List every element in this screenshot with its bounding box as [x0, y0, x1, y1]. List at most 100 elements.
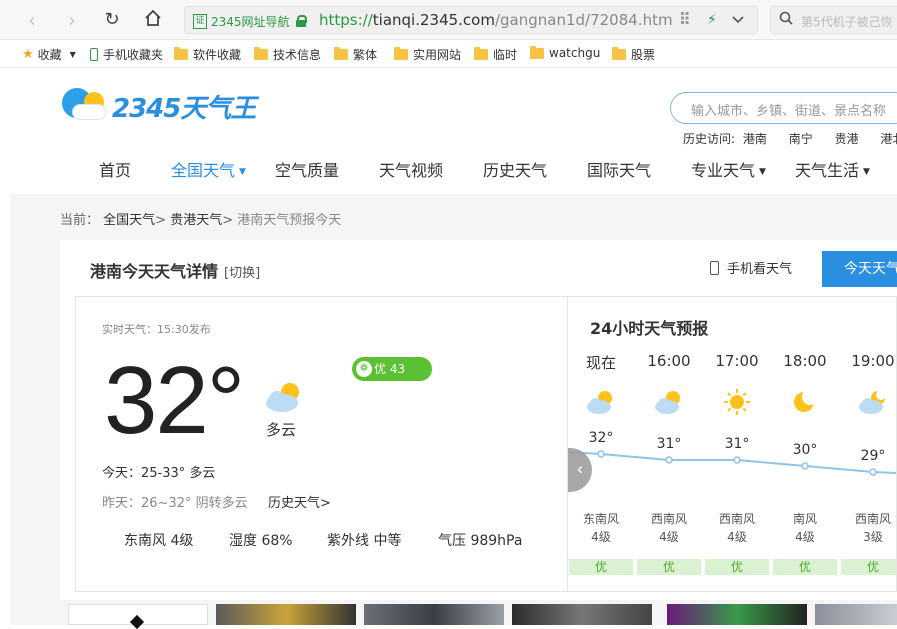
lightning-icon[interactable]: ⚡	[707, 12, 717, 28]
bookmark-label: 临时	[493, 48, 518, 62]
breadcrumb-item[interactable]: 全国天气	[103, 213, 155, 228]
partly-cloudy-icon	[264, 379, 304, 415]
history-link[interactable]: 南宁	[789, 132, 813, 146]
bookmarks-bar: ★ 收藏 ▼ 手机收藏夹 软件收藏 技术信息 繁体 实用网站 临时 watchg…	[0, 41, 897, 68]
home-icon[interactable]	[141, 8, 165, 32]
hour-temp: 29°	[860, 448, 886, 464]
logo-mascot-icon	[62, 86, 108, 126]
hour-temp: 31°	[656, 436, 682, 452]
folder-icon	[334, 47, 348, 60]
nav-label: 天气生活	[795, 161, 860, 180]
breadcrumb-prefix: 当前：	[60, 213, 100, 228]
partly-cloudy-icon	[654, 389, 684, 415]
back-icon[interactable]: ‹	[20, 8, 44, 32]
hourly-item: 16:00 31° 西南风 4级优	[636, 297, 702, 591]
url-scheme: https://	[319, 11, 373, 29]
city-search-input[interactable]: 输入城市、乡镇、街道、景点名称	[670, 92, 897, 124]
partly-cloudy-icon	[586, 389, 616, 415]
hour-wind-level: 4级	[795, 530, 815, 544]
certificate-icon: 证	[193, 13, 207, 29]
bookmark-mobile[interactable]: 手机收藏夹	[90, 46, 163, 63]
publish-time: 实时天气：15:30发布	[102, 323, 211, 336]
hour-time: 19:00	[851, 352, 895, 370]
refresh-icon[interactable]: ↻	[100, 8, 124, 32]
bookmark-folder[interactable]: 实用网站	[394, 46, 461, 63]
nav-life[interactable]: 天气生活 ▼	[795, 157, 870, 181]
bookmark-label: watchgu	[549, 46, 601, 60]
breadcrumb-item[interactable]: 贵港天气	[170, 213, 222, 228]
thumbnail[interactable]	[216, 604, 356, 625]
forward-icon[interactable]: ›	[60, 8, 84, 32]
nav-international[interactable]: 国际天气	[587, 157, 651, 181]
chevron-down-icon[interactable]	[731, 9, 745, 33]
current-temperature: 32°	[104, 347, 245, 454]
hourly-item: 19:00 29° 西南风 3级优	[840, 297, 896, 591]
sunny-icon	[722, 389, 752, 415]
star-icon: ★	[22, 47, 34, 62]
bookmark-folder[interactable]: 技术信息	[254, 46, 321, 63]
tab-today[interactable]: 今天天气	[822, 251, 897, 287]
url-domain: tianqi.2345.com	[372, 11, 495, 29]
grid-icon[interactable]	[681, 12, 693, 28]
nav-national[interactable]: 全国天气 ▼	[171, 157, 246, 181]
breadcrumb: 当前： 全国天气> 贵港天气> 港南天气预报今天	[60, 213, 342, 228]
bookmark-folder[interactable]: 软件收藏	[174, 46, 241, 63]
hour-aqi: 优	[637, 559, 701, 575]
nav-history[interactable]: 历史天气	[483, 157, 547, 181]
address-bar[interactable]: 证 2345网址导航 https://tianqi.2345.com/gangn…	[184, 6, 758, 34]
thumbnail[interactable]	[667, 604, 807, 625]
hour-temp: 32°	[588, 430, 614, 446]
nav-home[interactable]: 首页	[99, 157, 131, 181]
caret-down-icon: ▼	[69, 50, 76, 59]
browser-search-input[interactable]: 第5代机子被己恢	[770, 6, 897, 34]
partly-cloudy-night-icon	[858, 389, 888, 415]
bookmark-folder[interactable]: 临时	[474, 46, 517, 63]
history-weather-link[interactable]: 历史天气>	[268, 492, 331, 511]
folder-icon	[612, 47, 626, 60]
card-title-text: 港南今天天气详情	[90, 262, 219, 281]
nav-video[interactable]: 天气视频	[379, 157, 443, 181]
hour-time: 现在	[585, 354, 616, 372]
hourly-item: 18:00 30° 南风 4级优	[772, 297, 838, 591]
mobile-weather-link[interactable]: 手机看天气	[710, 258, 792, 277]
bookmark-folder[interactable]: watchgu	[530, 45, 601, 60]
yesterday-range: 昨天：26~32° 阴转多云	[102, 496, 248, 511]
site-security-badge[interactable]: 证 2345网址导航	[193, 12, 307, 30]
nav-professional[interactable]: 专业天气 ▼	[691, 157, 766, 181]
folder-icon	[394, 47, 408, 60]
brand-name: 2345天气王	[112, 93, 256, 124]
bookmark-label: 手机收藏夹	[103, 48, 164, 62]
hourly-forecast-panel: 24小时天气预报 现在 32° 东南风 4级优 16:00 31° 西南风 4级优 17:00 3…	[568, 296, 897, 592]
weather-card: 港南今天天气详情 [切换] 手机看天气 今天天气 实时天气：15:30发布 32°…	[60, 240, 897, 600]
thumbnail[interactable]	[364, 604, 504, 625]
history-link[interactable]: 港北	[880, 132, 897, 146]
url-text[interactable]: https://tianqi.2345.com/gangnan1d/72084.…	[319, 11, 673, 29]
history-link[interactable]: 贵港	[835, 132, 859, 146]
thumbnail[interactable]	[68, 604, 208, 629]
hour-time: 17:00	[715, 352, 759, 370]
hour-wind-dir: 西南风	[718, 512, 755, 526]
folder-icon	[254, 47, 268, 60]
mobile-weather-label: 手机看天气	[727, 262, 793, 277]
history-link[interactable]: 港南	[743, 132, 767, 146]
hour-temp: 31°	[724, 436, 750, 452]
moon-icon	[790, 389, 820, 415]
thumbnail[interactable]	[815, 604, 897, 625]
hourly-item: 现在 32° 东南风 4级优	[568, 297, 634, 591]
thumbnail[interactable]	[512, 604, 652, 625]
caret-down-icon: ▼	[239, 166, 246, 177]
nav-air-quality[interactable]: 空气质量	[275, 157, 339, 181]
aqi-value: 优 43	[374, 362, 406, 376]
caret-down-icon: ▼	[759, 166, 766, 177]
current-condition: 多云	[266, 421, 297, 439]
site-logo[interactable]: 2345天气王	[62, 86, 256, 126]
hour-aqi: 优	[773, 559, 837, 575]
hour-aqi: 优	[841, 559, 896, 575]
bookmark-favorites[interactable]: ★ 收藏 ▼	[22, 46, 76, 63]
search-hint: 第5代机子被己恢	[801, 15, 893, 29]
bookmark-folder[interactable]: 繁体	[334, 46, 377, 63]
bookmark-folder[interactable]: 股票	[612, 46, 655, 63]
aqi-badge[interactable]: ❁ 优 43	[352, 357, 432, 381]
hour-wind-level: 4级	[591, 530, 611, 544]
switch-city-link[interactable]: [切换]	[224, 266, 260, 281]
